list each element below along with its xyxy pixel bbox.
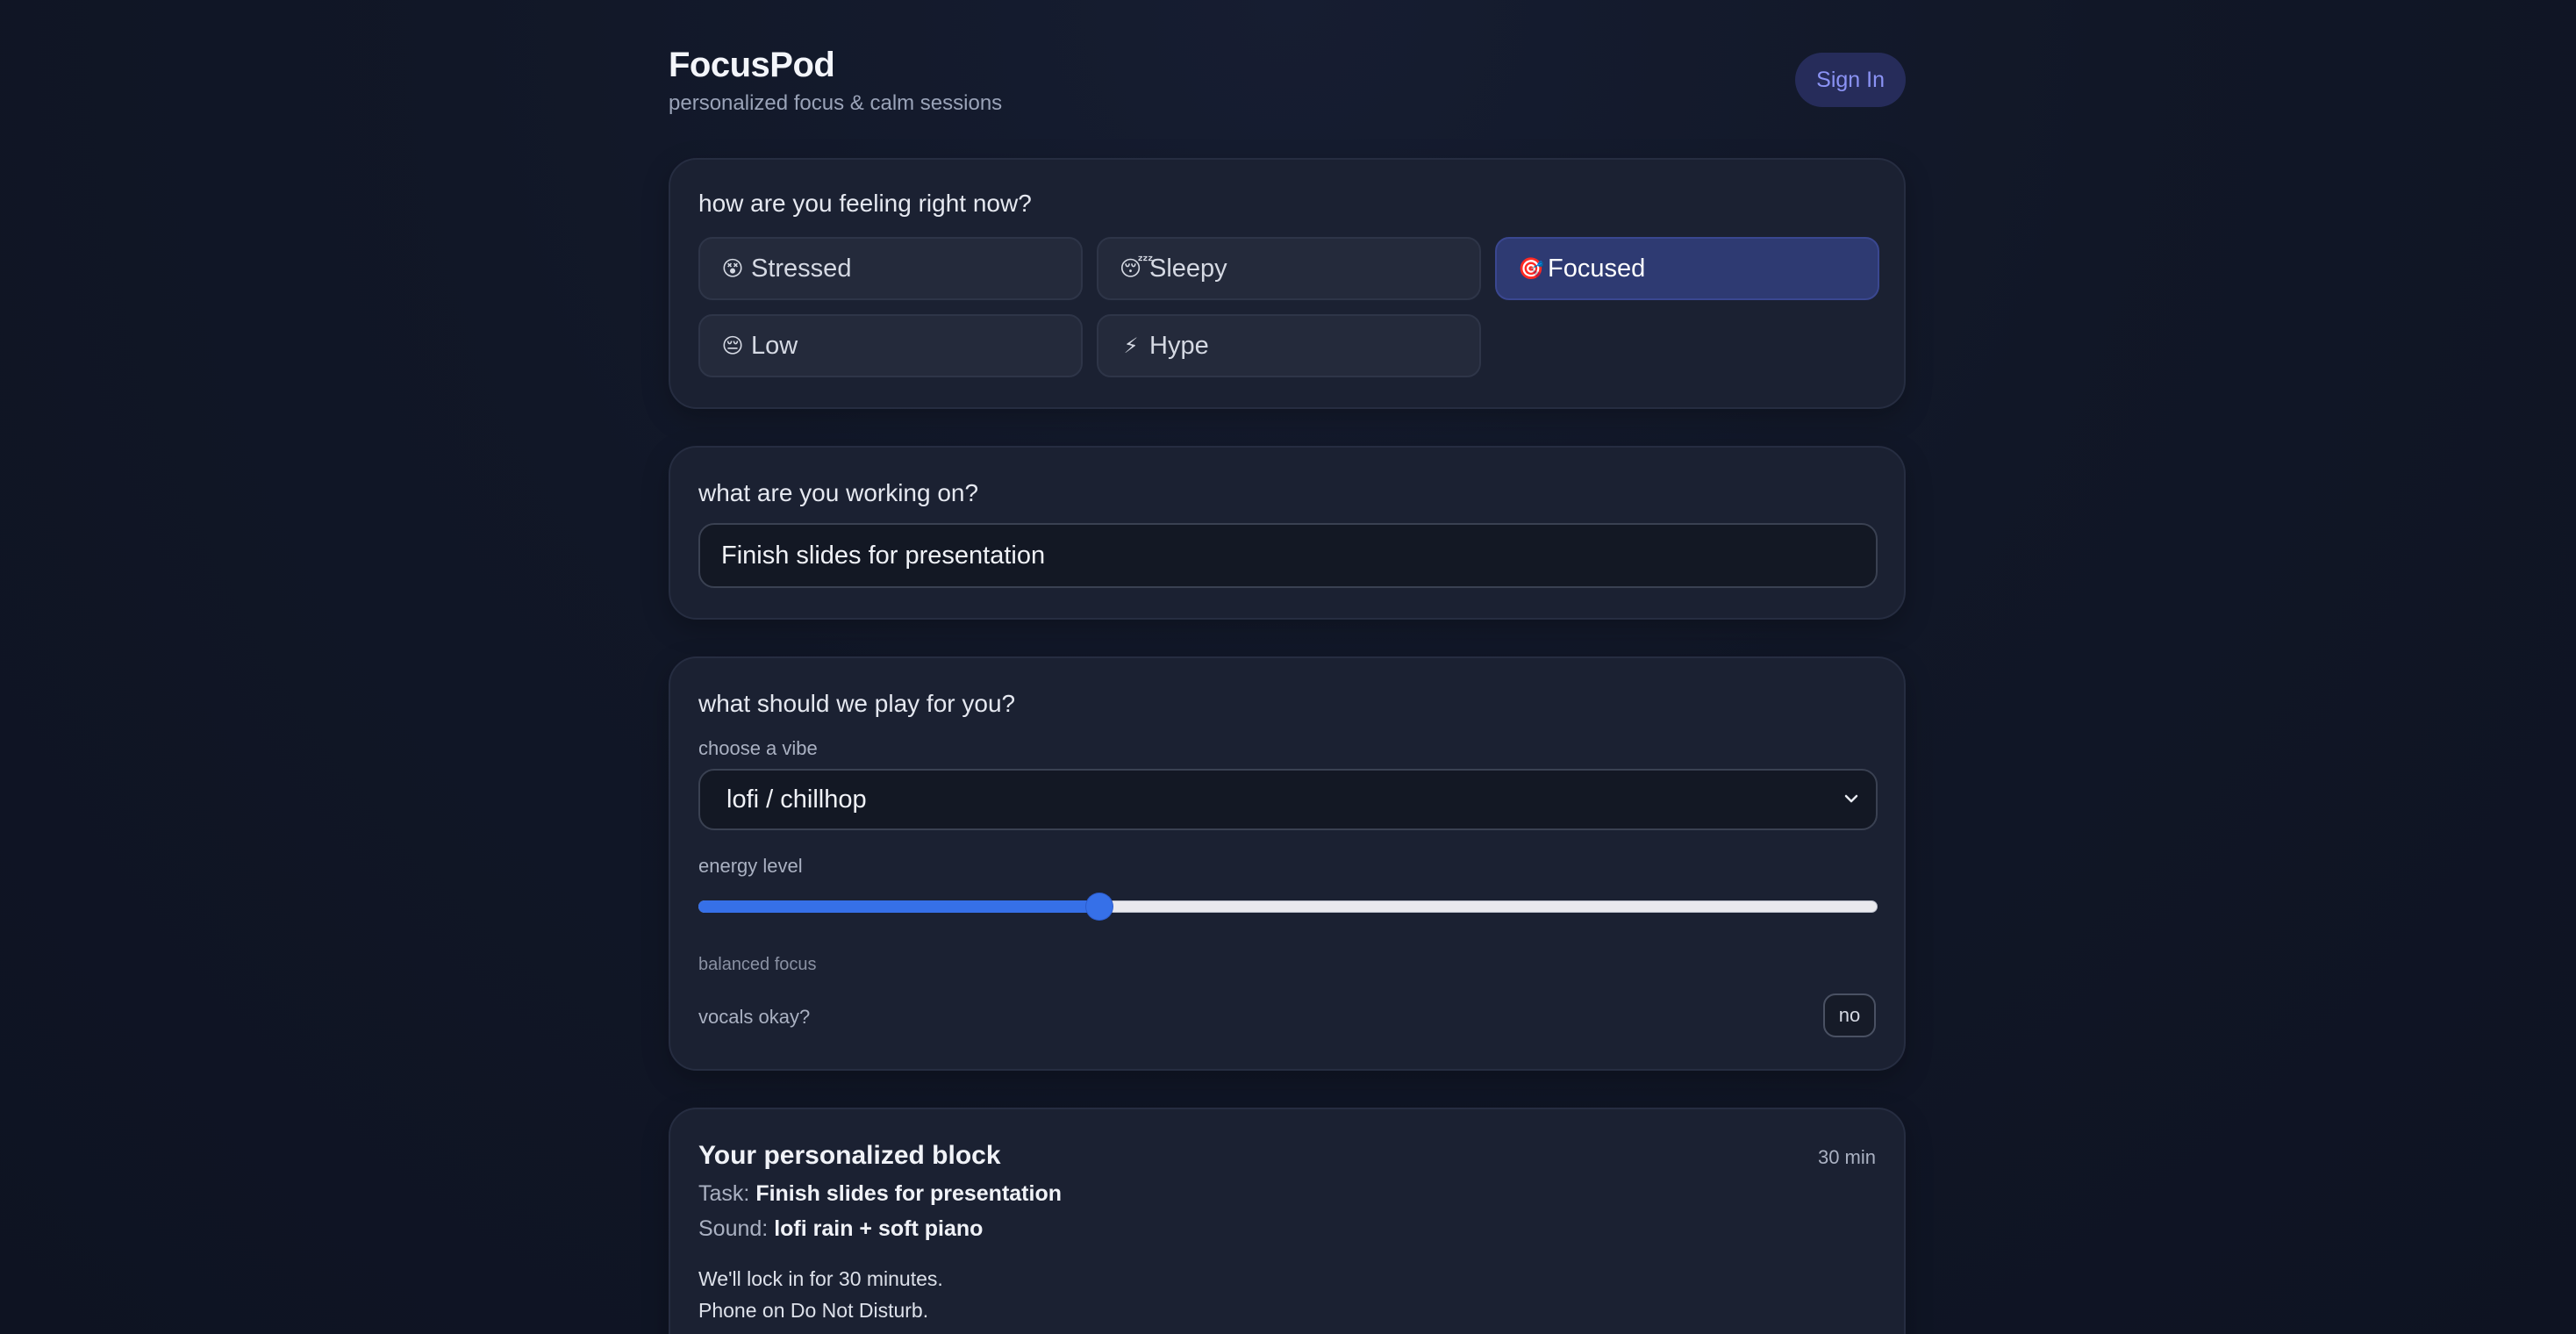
- sign-in-button[interactable]: Sign In: [1795, 53, 1906, 107]
- vibe-select[interactable]: lofi / chillhop: [698, 769, 1878, 830]
- summary-title: Your personalized block: [698, 1141, 1001, 1170]
- task-card: what are you working on?: [669, 446, 1906, 620]
- mood-option-sleepy[interactable]: 😴 Sleepy: [1097, 237, 1481, 300]
- summary-sound-key: Sound:: [698, 1216, 769, 1241]
- mood-card: how are you feeling right now? 😵 Stresse…: [669, 158, 1906, 409]
- summary-note: Phone on Do Not Disturb.: [698, 1299, 929, 1322]
- mood-option-stressed[interactable]: 😵 Stressed: [698, 237, 1083, 300]
- energy-slider[interactable]: [698, 893, 1878, 920]
- mood-option-label: Stressed: [751, 254, 852, 283]
- energy-slider-thumb[interactable]: [1085, 893, 1113, 920]
- dizzy-face-icon: 😵: [721, 256, 744, 281]
- mood-option-low[interactable]: 😔 Low: [698, 314, 1083, 377]
- main-column: FocusPod personalized focus & calm sessi…: [669, 0, 1906, 1334]
- summary-sound-value: lofi rain + soft piano: [774, 1216, 984, 1241]
- sound-question: what should we play for you?: [698, 690, 1016, 717]
- summary-note: We'll lock in for 30 minutes.: [698, 1267, 943, 1290]
- mood-option-label: Focused: [1548, 254, 1646, 283]
- target-icon: 🎯: [1518, 256, 1544, 281]
- energy-hint: balanced focus: [698, 955, 817, 974]
- sleeping-face-icon: 😴: [1120, 256, 1154, 281]
- summary-task: Task: Finish slides for presentation: [698, 1181, 1062, 1207]
- sound-card: what should we play for you? choose a vi…: [669, 656, 1906, 1071]
- mood-option-label: Low: [751, 331, 798, 360]
- mood-option-label: Sleepy: [1149, 254, 1227, 283]
- app-page: FocusPod personalized focus & calm sessi…: [0, 0, 2576, 1334]
- energy-slider-fill: [698, 900, 1099, 913]
- mood-question: how are you feeling right now?: [698, 190, 1032, 217]
- mood-option-hype[interactable]: ⚡ Hype: [1097, 314, 1481, 377]
- lightning-icon: ⚡: [1123, 334, 1139, 358]
- summary-card: Your personalized block 30 min Task: Fin…: [669, 1108, 1906, 1334]
- mood-option-focused[interactable]: 🎯 Focused: [1495, 237, 1879, 300]
- summary-task-key: Task:: [698, 1181, 750, 1206]
- task-question: what are you working on?: [698, 479, 979, 506]
- energy-label: energy level: [698, 855, 803, 877]
- vibe-label: choose a vibe: [698, 737, 818, 759]
- app-subtitle: personalized focus & calm sessions: [669, 91, 1003, 115]
- chevron-down-icon: [1843, 771, 1860, 851]
- vibe-selected-value: lofi / chillhop: [726, 785, 867, 814]
- summary-sound: Sound: lofi rain + soft piano: [698, 1216, 983, 1242]
- task-input[interactable]: [698, 523, 1878, 588]
- mood-option-label: Hype: [1149, 331, 1209, 360]
- vocals-toggle[interactable]: no: [1823, 993, 1876, 1037]
- vocals-label: vocals okay?: [698, 1006, 811, 1028]
- summary-task-value: Finish slides for presentation: [755, 1181, 1062, 1206]
- pensive-face-icon: 😔: [721, 334, 744, 358]
- app-title: FocusPod: [669, 46, 835, 84]
- duration-label: 30 min: [1817, 1146, 1876, 1168]
- header: FocusPod personalized focus & calm sessi…: [669, 0, 1906, 158]
